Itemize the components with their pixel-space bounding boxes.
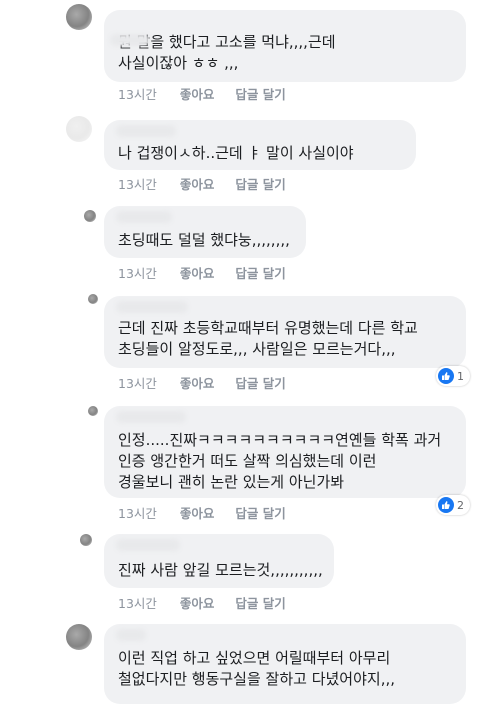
comment-bubble: 초딩때도 덜덜 했댜눙,,,,,,,,: [104, 206, 306, 258]
like-link[interactable]: 좋아요: [180, 84, 215, 103]
comment-bubble: 뭔 말을 했다고 고소를 먹냐,,,,근데 사실이잖아 ㅎㅎ ,,,: [104, 10, 466, 82]
like-link[interactable]: 좋아요: [180, 593, 215, 612]
reply-link[interactable]: 답글 달기: [235, 263, 285, 282]
comment-text-line: 이런 직업 하고 싶었으면 어릴때부터 아무리: [118, 649, 391, 667]
comment-text-line: 사실이잖아 ㅎㅎ ,,,: [118, 54, 239, 72]
like-link[interactable]: 좋아요: [180, 263, 215, 282]
comment-time: 13시간: [118, 596, 157, 611]
avatar[interactable]: [66, 116, 92, 142]
commenter-name-redacted: [116, 411, 186, 423]
comment-meta: 13시간 좋아요 답글 달기: [118, 503, 303, 522]
comment-meta: 13시간 좋아요 답글 달기: [118, 84, 303, 103]
like-link[interactable]: 좋아요: [180, 174, 215, 193]
avatar[interactable]: [80, 534, 92, 546]
reply-link[interactable]: 답글 달기: [235, 373, 285, 392]
commenter-name-redacted: [116, 211, 172, 223]
comment-text-line: 뭔 말을 했다고 고소를 먹냐,,,,근데: [118, 33, 336, 51]
comment-text-line: 나 겁쟁이ㅅ하..근데 ㅑ 말이 사실이야: [118, 144, 354, 162]
avatar[interactable]: [66, 4, 92, 30]
comment-bubble: 근데 진짜 초등학교때부터 유명했는데 다른 학교 초딩들이 알정도로,,, 사…: [104, 296, 466, 368]
comment-meta: 13시간 좋아요 답글 달기: [118, 373, 303, 392]
reaction-count: 1: [457, 369, 464, 383]
comment-meta: 13시간 좋아요 답글 달기: [118, 263, 303, 282]
comment-time: 13시간: [118, 506, 157, 521]
comment-meta: 13시간 좋아요 답글 달기: [118, 593, 303, 612]
reaction-badge[interactable]: 1: [436, 366, 470, 386]
comment-text-line: 초딩들이 알정도로,,, 사람일은 모르는거다,,,: [118, 340, 396, 358]
comment-text-line: 근데 진짜 초등학교때부터 유명했는데 다른 학교: [118, 319, 418, 337]
reaction-badge[interactable]: 2: [436, 495, 470, 515]
comment-text-line: 인정.....진짜ㅋㅋㅋㅋㅋㅋㅋㅋㅋㅋ연옌들 학폭 과거: [118, 431, 442, 449]
avatar[interactable]: [84, 210, 96, 222]
comment-bubble: 나 겁쟁이ㅅ하..근데 ㅑ 말이 사실이야: [104, 120, 416, 170]
comment-time: 13시간: [118, 376, 157, 391]
commenter-name-redacted: [110, 34, 150, 46]
comment-time: 13시간: [118, 177, 157, 192]
comment-bubble: 인정.....진짜ㅋㅋㅋㅋㅋㅋㅋㅋㅋㅋ연옌들 학폭 과거 인증 앵간한거 떠도 …: [104, 406, 466, 498]
thumbs-up-icon: [438, 368, 454, 384]
reply-link[interactable]: 답글 달기: [235, 174, 285, 193]
avatar[interactable]: [88, 294, 98, 304]
reply-link[interactable]: 답글 달기: [235, 593, 285, 612]
comment-bubble: 이런 직업 하고 싶었으면 어릴때부터 아무리 철없다지만 행동구실을 잘하고 …: [104, 624, 466, 704]
commenter-name-redacted: [116, 125, 176, 137]
reaction-count: 2: [457, 498, 464, 512]
avatar[interactable]: [88, 406, 98, 416]
like-link[interactable]: 좋아요: [180, 373, 215, 392]
comment-time: 13시간: [118, 87, 157, 102]
comment-text-line: 철없다지만 행동구실을 잘하고 다녔어야지,,,: [118, 670, 396, 688]
reply-link[interactable]: 답글 달기: [235, 503, 285, 522]
comment-bubble: 진짜 사람 앞길 모르는것,,,,,,,,,,,: [104, 534, 334, 588]
comment-text-line: 진짜 사람 앞길 모르는것,,,,,,,,,,,: [118, 561, 323, 579]
commenter-name-redacted: [116, 629, 146, 641]
commenter-name-redacted: [116, 301, 188, 313]
comment-text-line: 초딩때도 덜덜 했댜눙,,,,,,,,: [118, 231, 290, 249]
like-link[interactable]: 좋아요: [180, 503, 215, 522]
comment-time: 13시간: [118, 266, 157, 281]
comment-meta: 13시간 좋아요 답글 달기: [118, 174, 303, 193]
thumbs-up-icon: [438, 497, 454, 513]
avatar[interactable]: [66, 624, 92, 650]
comment-text-line: 인증 앵간한거 떠도 살짝 의심했는데 이런: [118, 452, 377, 470]
comment-text-line: 경울보니 괜히 논란 있는게 아닌가봐: [118, 473, 345, 491]
commenter-name-redacted: [116, 539, 180, 551]
reply-link[interactable]: 답글 달기: [235, 84, 285, 103]
